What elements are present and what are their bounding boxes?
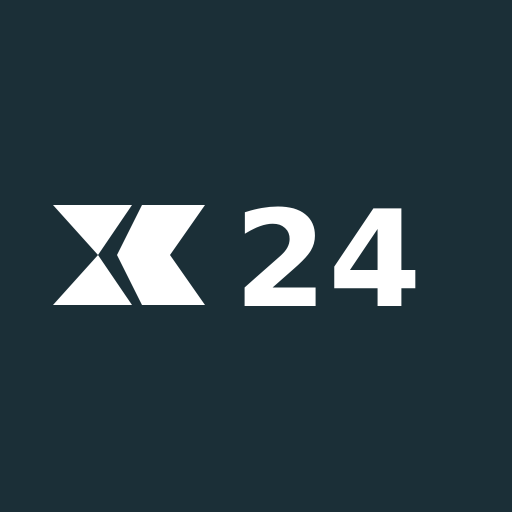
x-mark-right-chevron-icon <box>117 205 205 305</box>
x24-logo: 24 <box>53 182 422 338</box>
app-icon-canvas: 24 <box>0 0 512 512</box>
x-mark-upper-left-icon <box>53 205 132 255</box>
logo-numerals: 24 <box>234 182 422 338</box>
x-mark-lower-left-icon <box>53 255 132 305</box>
